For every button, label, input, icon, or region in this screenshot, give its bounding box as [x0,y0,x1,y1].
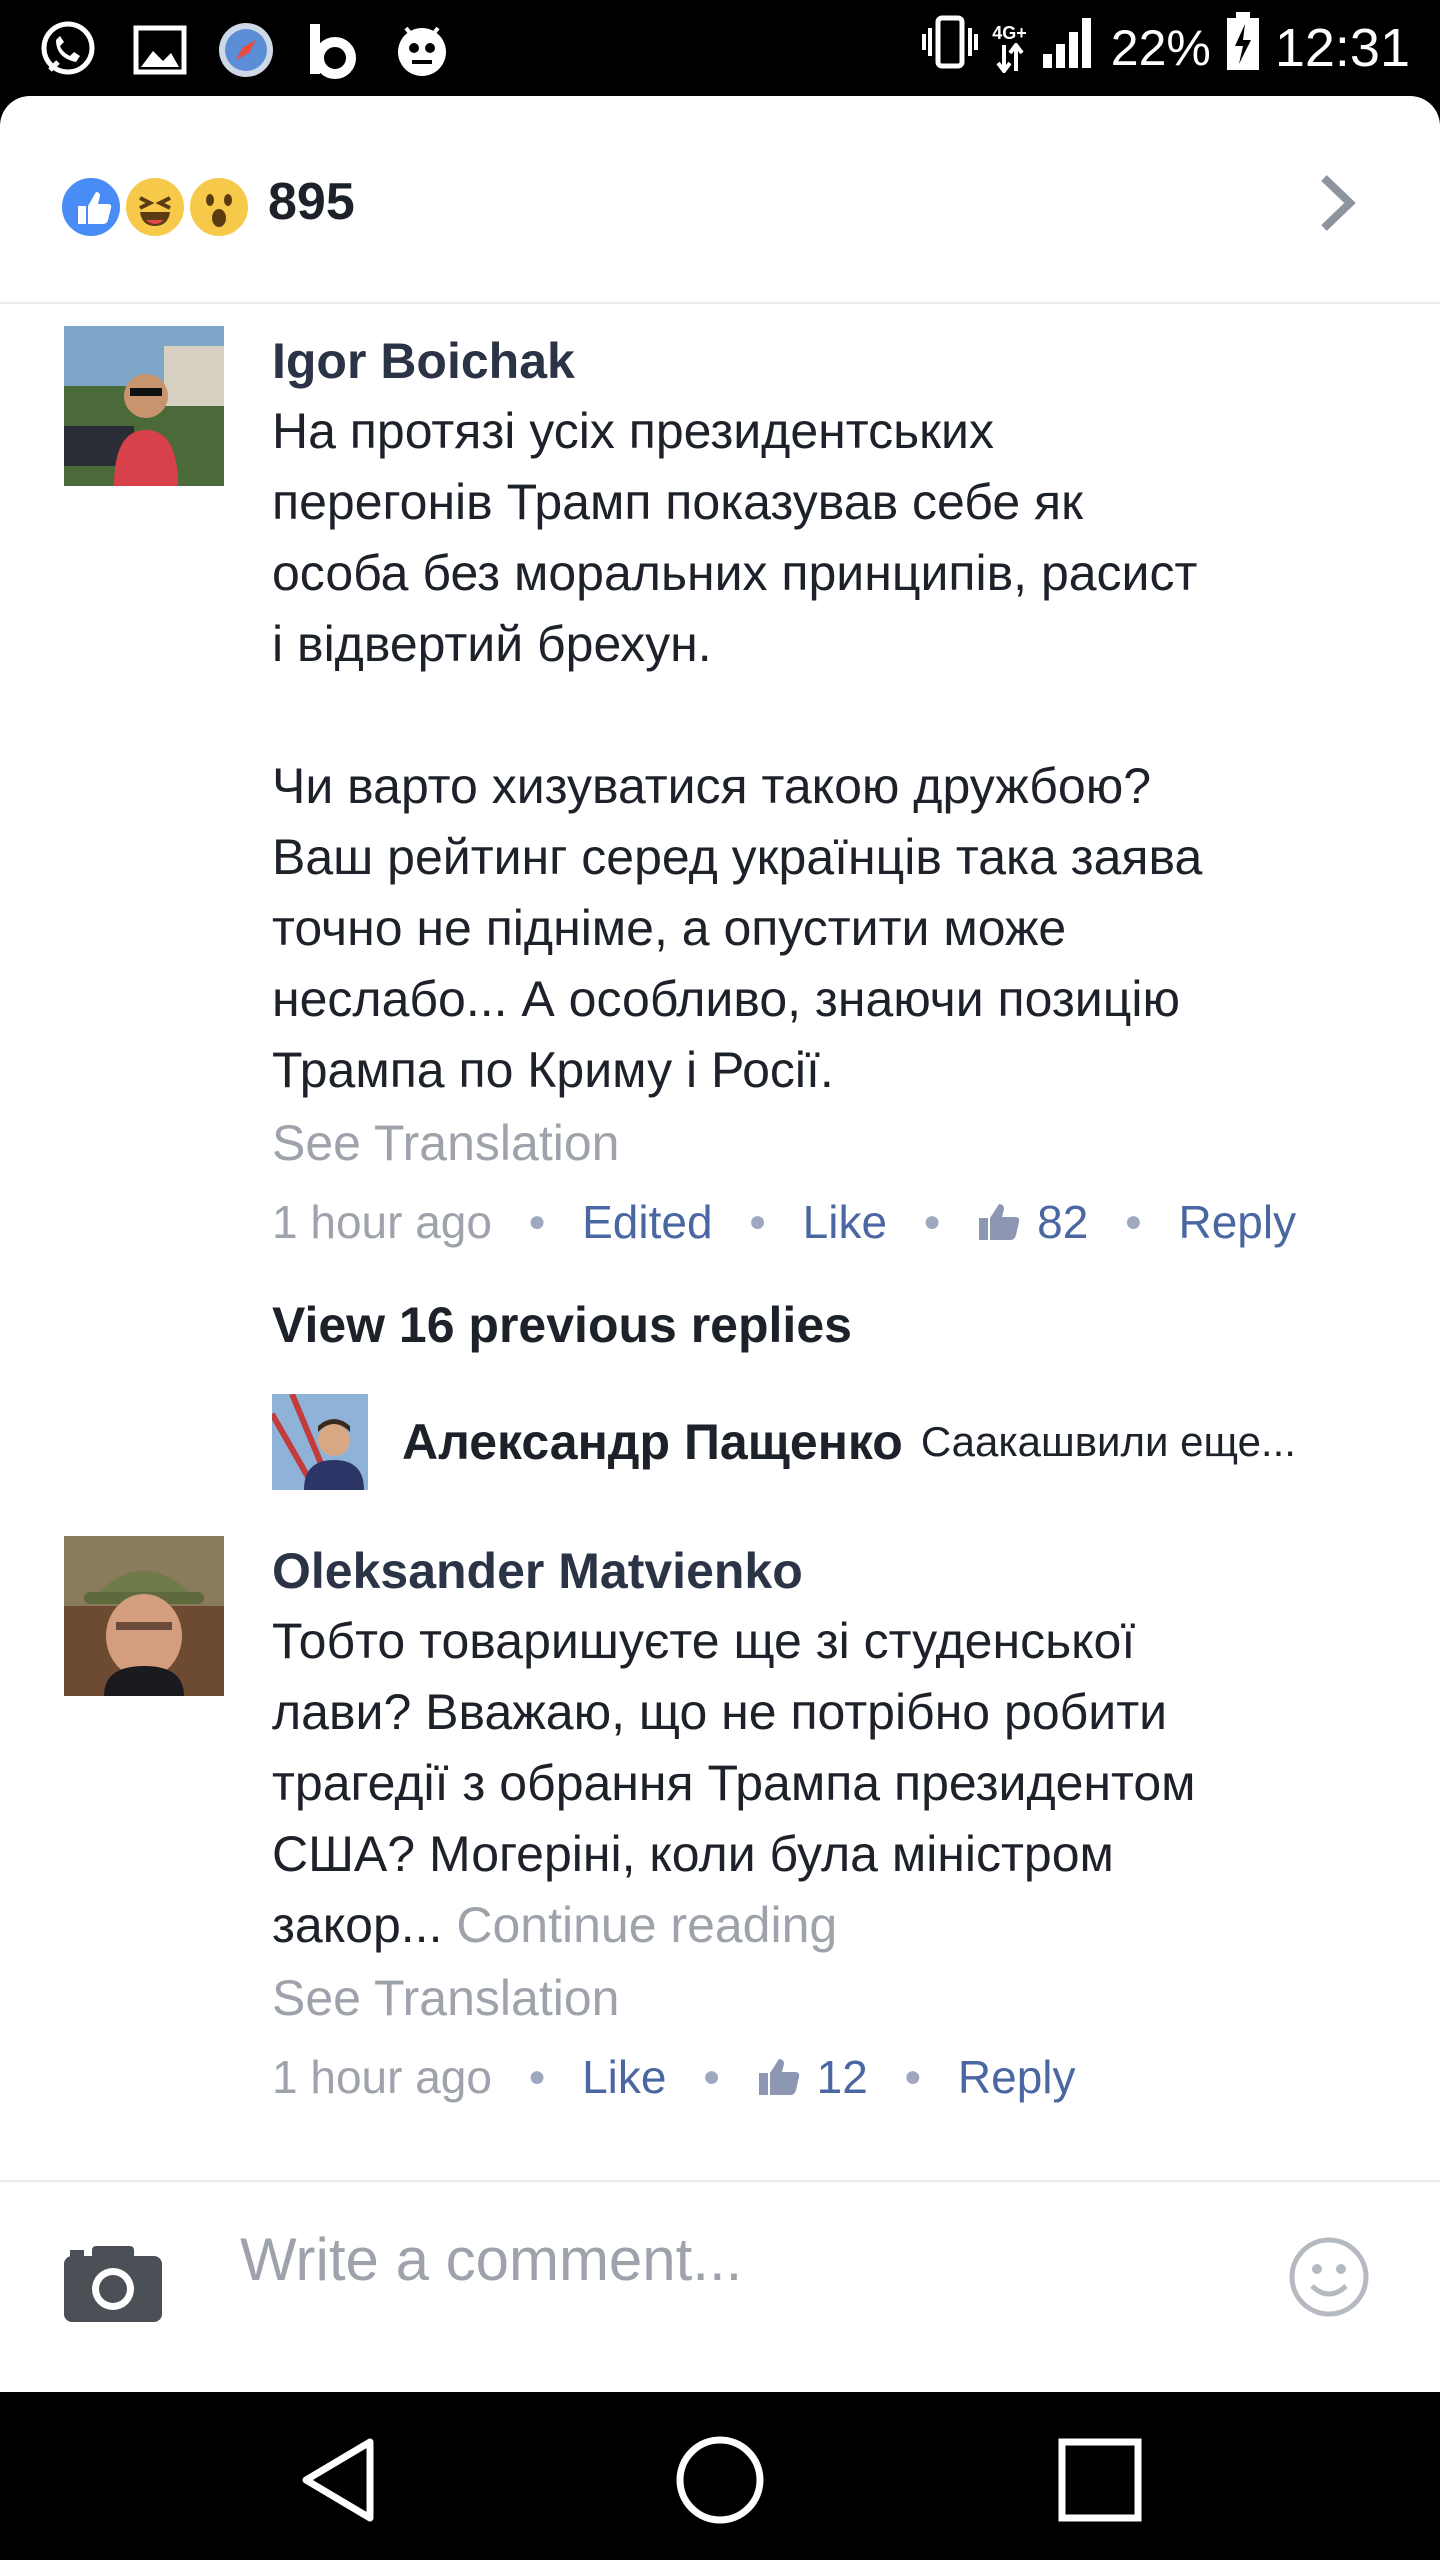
separator-dot: ● [1124,1205,1143,1238]
separator-dot: ● [748,1205,767,1238]
like-count-value: 12 [816,2051,868,2103]
viber-icon [36,18,100,82]
network-type-icon: 4G+ [992,23,1027,73]
comment-text: Тобто товаришуєте ще зі студенської лави… [272,1606,1372,1961]
reply-preview[interactable]: Александр Пащенко Саакашвили еще... [272,1394,1412,1490]
back-icon[interactable] [292,2432,388,2528]
separator-dot: ● [527,1205,547,1238]
like-reaction-icon [58,174,124,240]
reply-author[interactable]: Александр Пащенко [402,1413,903,1471]
battery-percent: 22% [1110,20,1211,76]
like-button[interactable]: Like [582,2035,666,2119]
reply-snippet: Саакашвили еще... [920,1418,1296,1465]
comment-meta: 1 hour ago ● Like ● 12 ● Reply [272,2035,1372,2119]
navigation-bar [0,2392,1440,2560]
b-app-icon [302,18,366,82]
comment-author[interactable]: Igor Boichak [272,326,1372,396]
like-button[interactable]: Like [803,1180,887,1264]
reply-button[interactable]: Reply [1178,1180,1296,1264]
reply-button[interactable]: Reply [958,2035,1076,2119]
camera-icon[interactable] [62,2242,164,2324]
see-translation-link[interactable]: See Translation [272,1961,1372,2035]
avatar[interactable] [64,326,224,486]
reactions-summary[interactable]: 895 [0,96,1440,304]
comment-time: 1 hour ago [272,1196,492,1248]
see-translation-link[interactable]: See Translation [272,1106,1372,1180]
signal-icon [1041,14,1097,83]
thumbs-up-icon [979,1204,1020,1240]
avatar[interactable] [272,1394,368,1490]
like-count-value: 82 [1037,1196,1089,1248]
continue-reading-link[interactable]: Continue reading [456,1897,837,1953]
chevron-right-icon[interactable] [1300,168,1370,238]
like-count[interactable]: 12 [757,2035,868,2119]
clock: 12:31 [1274,18,1410,78]
view-previous-replies-link[interactable]: View 16 previous replies [272,1296,852,1354]
status-bar: 4G+ 22% 12:31 [0,0,1440,96]
security-bug-icon [390,18,454,82]
recent-apps-icon[interactable] [1052,2432,1148,2528]
edited-link[interactable]: Edited [582,1180,712,1264]
home-icon[interactable] [672,2432,768,2528]
separator-dot: ● [527,2060,547,2093]
comment-meta: 1 hour ago ● Edited ● Like ● 82 ● Reply [272,1180,1372,1264]
reaction-count: 895 [268,173,355,231]
comment-author[interactable]: Oleksander Matvienko [272,1536,1372,1606]
battery-charging-icon [1225,11,1261,85]
thumbs-up-icon [758,2059,799,2095]
haha-reaction-icon [122,174,188,240]
gallery-icon [128,18,192,82]
vibrate-icon [922,14,979,83]
emoji-icon[interactable] [1288,2236,1370,2318]
separator-dot: ● [903,2060,922,2093]
comments-sheet: 895 Igor Boichak На протязі усіх президе… [0,96,1440,2392]
comment-text: На протязі усіх президентських перегонів… [272,403,1203,1098]
like-count[interactable]: 82 [977,1180,1088,1264]
wow-reaction-icon [186,174,252,240]
browser-compass-icon [214,18,278,82]
comment-input[interactable] [240,2214,1240,2304]
comment-time: 1 hour ago [272,2051,492,2103]
separator-dot: ● [923,1205,942,1238]
avatar[interactable] [64,1536,224,1696]
separator-dot: ● [702,2060,721,2093]
